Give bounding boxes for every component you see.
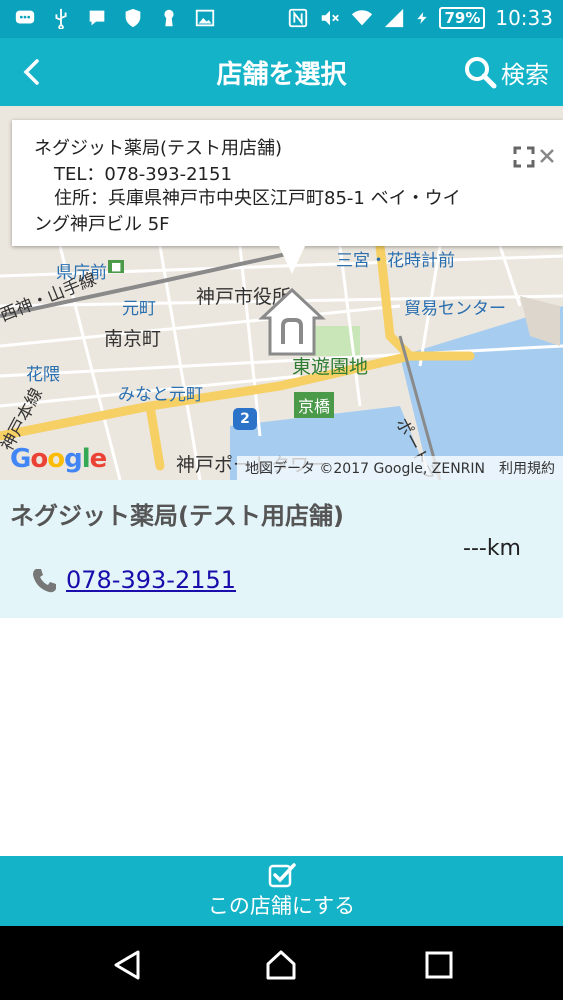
notification-icons	[14, 7, 216, 29]
shield-icon	[125, 8, 141, 28]
map-label-motomachi: 元町	[122, 299, 156, 319]
system-icons: 79% 10:33	[287, 6, 553, 30]
map-label-hanakuma: 花隈	[26, 365, 60, 385]
map-label-minato-motomachi: みなと元町	[118, 385, 203, 405]
info-address-line2: ング神戸ビル 5F	[34, 214, 170, 235]
map-view[interactable]: 県庁前 ■ 三宮・花時計前 西神・山手線 元町 神戸市役所 貿易センター 南京町…	[0, 106, 563, 480]
store-name: ネグジット薬局(テスト用店舗)	[10, 502, 344, 530]
usb-icon	[55, 8, 67, 29]
search-label: 検索	[501, 60, 549, 89]
charging-icon	[417, 12, 428, 24]
battery-level: 79%	[439, 7, 486, 29]
store-distance: ---km	[463, 536, 521, 561]
station-icon: ■	[108, 260, 125, 273]
phone-icon	[33, 569, 56, 593]
terms-link[interactable]: 利用規約	[499, 458, 555, 478]
info-window-pointer	[278, 244, 306, 274]
select-store-label: この店舗にする	[207, 894, 356, 918]
map-label-boeki-center: 貿易センター	[404, 299, 506, 319]
wifi-icon	[352, 10, 373, 26]
route-2-shield: 2	[233, 408, 257, 430]
nav-recents-icon[interactable]	[422, 948, 456, 982]
image-icon	[195, 9, 215, 27]
map-label-kyobashi: 京橋	[294, 392, 335, 418]
keyhole-icon	[164, 9, 174, 27]
quote-bubble-icon	[89, 10, 105, 26]
select-store-button[interactable]: この店舗にする	[0, 856, 563, 926]
store-location-marker[interactable]	[258, 288, 326, 358]
info-address-line1: 住所：兵庫県神戸市中央区江戸町85-1 ベイ・ウイ	[54, 188, 461, 209]
clock: 10:33	[495, 6, 553, 30]
search-icon	[465, 57, 497, 89]
search-button[interactable]: 検索	[463, 52, 549, 92]
close-icon[interactable]	[537, 146, 557, 166]
phone-row: 078-393-2151	[30, 566, 236, 594]
signal-icon	[385, 8, 404, 28]
attribution-text: 地図データ ©2017 Google, ZENRIN	[244, 461, 485, 477]
phone-link[interactable]: 078-393-2151	[66, 566, 236, 594]
google-logo: Google	[10, 444, 107, 474]
nav-home-icon[interactable]	[264, 948, 298, 982]
info-tel: TEL：078-393-2151	[54, 164, 232, 185]
expand-icon[interactable]	[513, 146, 535, 168]
checkbox-checked-icon	[268, 863, 296, 888]
map-info-window: ネグジット薬局(テスト用店舗) TEL：078-393-2151 住所：兵庫県神…	[12, 120, 563, 246]
nfc-icon	[289, 8, 308, 28]
chat-bubble-icon	[15, 10, 35, 24]
map-label-sannomiya: 三宮・花時計前	[336, 251, 455, 271]
system-nav-bar	[0, 926, 563, 1000]
map-attribution: 地図データ ©2017 Google, ZENRIN 利用規約	[236, 456, 563, 480]
store-card[interactable]: ネグジット薬局(テスト用店舗) ---km 078-393-2151	[0, 480, 563, 618]
app-bar: 店舗を選択 検索	[0, 38, 563, 106]
map-label-nankinmachi: 南京町	[104, 328, 162, 350]
nav-back-icon[interactable]	[110, 948, 144, 982]
status-bar: 79% 10:33	[0, 0, 563, 38]
mute-icon	[322, 10, 340, 26]
info-store-name: ネグジット薬局(テスト用店舗)	[34, 138, 283, 159]
